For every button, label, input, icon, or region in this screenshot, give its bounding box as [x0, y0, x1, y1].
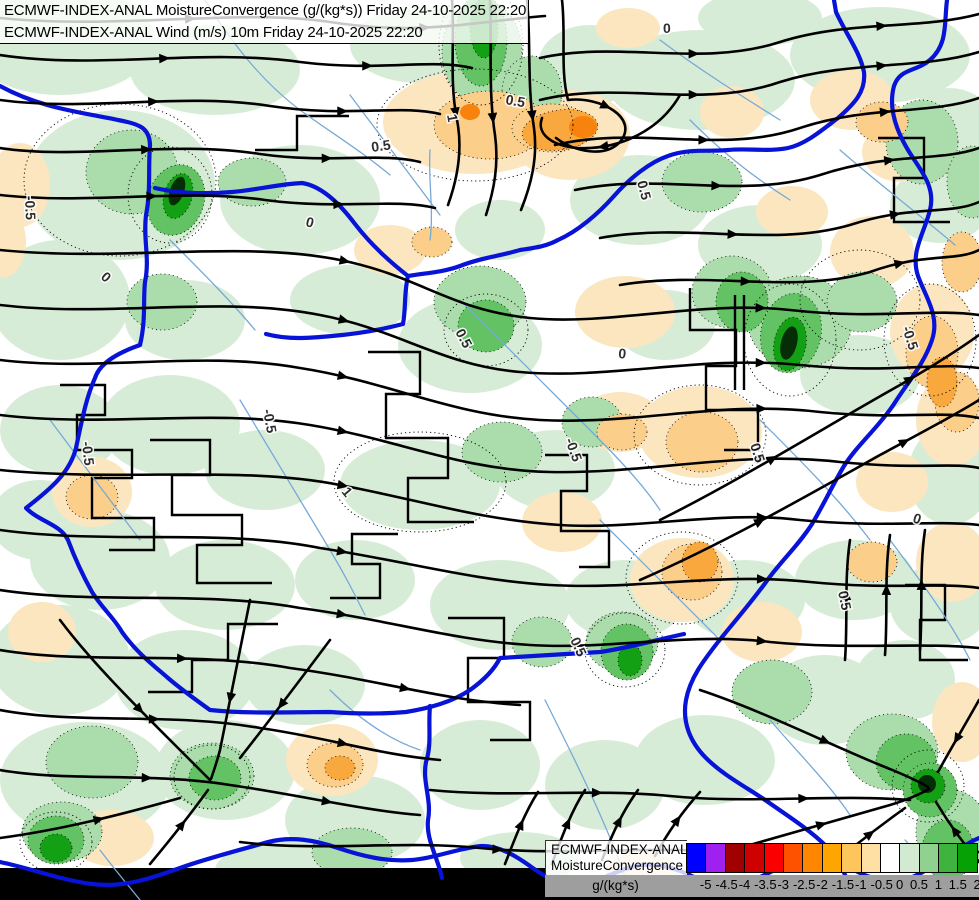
colorbar-tick: -3	[777, 877, 790, 892]
colorbar-tick: -2.5	[792, 877, 816, 892]
colorbar-cell	[860, 843, 881, 873]
colorbar-tick: -5	[699, 877, 712, 892]
colorbar-tick: 1.5	[948, 877, 967, 892]
title-line-moisture: ECMWF-INDEX-ANAL MoistureConvergence (g/…	[4, 2, 527, 19]
weather-map-screen: 0.5 0.5 0.5 0.5 0.5 0.5 0.5 -0.5 -0.5 -0…	[0, 0, 979, 900]
colorbar-cell	[763, 843, 784, 873]
colorbar	[686, 843, 978, 873]
colorbar-cell	[782, 843, 804, 873]
legend-model-label: ECMWF-INDEX-ANAL	[551, 842, 688, 857]
weather-map-canvas: 0.5 0.5 0.5 0.5 0.5 0.5 0.5 -0.5 -0.5 -0…	[0, 0, 979, 900]
contour-label: 0.5	[370, 136, 392, 155]
contour-label: 0	[663, 20, 671, 36]
colorbar-tick: -2	[816, 877, 828, 892]
colorbar-cell	[841, 843, 862, 873]
colorbar-cell	[879, 843, 901, 873]
colorbar-cell	[686, 843, 707, 873]
contour-label: -0.5	[22, 196, 39, 221]
colorbar-cell	[705, 843, 726, 873]
colorbar-tick: -4	[738, 877, 751, 892]
colorbar-tick: -1	[855, 877, 867, 892]
colorbar-tick: 2	[973, 877, 979, 892]
colorbar-cell	[899, 843, 920, 873]
colorbar-cell	[957, 843, 978, 873]
colorbar-tick: 1	[934, 877, 942, 892]
colorbar-cell	[724, 843, 746, 873]
title-line-wind: ECMWF-INDEX-ANAL Wind (m/s) 10m Friday 2…	[4, 24, 423, 41]
colorbar-cell	[938, 843, 959, 873]
colorbar-cell	[744, 843, 765, 873]
legend-model-name: ECMWF-INDEX-ANAL MoistureConvergence	[551, 842, 688, 874]
contour-label: -0.5	[79, 441, 97, 467]
colorbar-tick: 0.5	[909, 877, 929, 892]
contour-label: 0.5	[504, 91, 526, 110]
colorbar-tick: -3.5	[754, 877, 777, 892]
legend-unit-label: g/(kg*s)	[592, 878, 639, 893]
legend-field-label: MoistureConvergence	[551, 858, 684, 873]
contour-label: 0	[618, 345, 627, 362]
colorbar-cell	[821, 843, 843, 873]
colorbar-cell	[918, 843, 940, 873]
colorbar-tick: -4.5	[715, 877, 738, 892]
colorbar-tick: -1.5	[831, 877, 855, 892]
legend: ECMWF-INDEX-ANAL MoistureConvergence g/(…	[545, 840, 979, 900]
title-box: ECMWF-INDEX-ANAL MoistureConvergence (g/…	[0, 0, 529, 44]
colorbar-cell	[802, 843, 823, 873]
colorbar-ticks: -5 -4.5 -4 -3.5 -3 -2.5 -2 -1.5 -1 -0.5 0 0.5 1 1.5 2	[696, 877, 979, 892]
colorbar-tick: 0	[895, 877, 904, 892]
colorbar-tick: -0.5	[870, 877, 893, 892]
